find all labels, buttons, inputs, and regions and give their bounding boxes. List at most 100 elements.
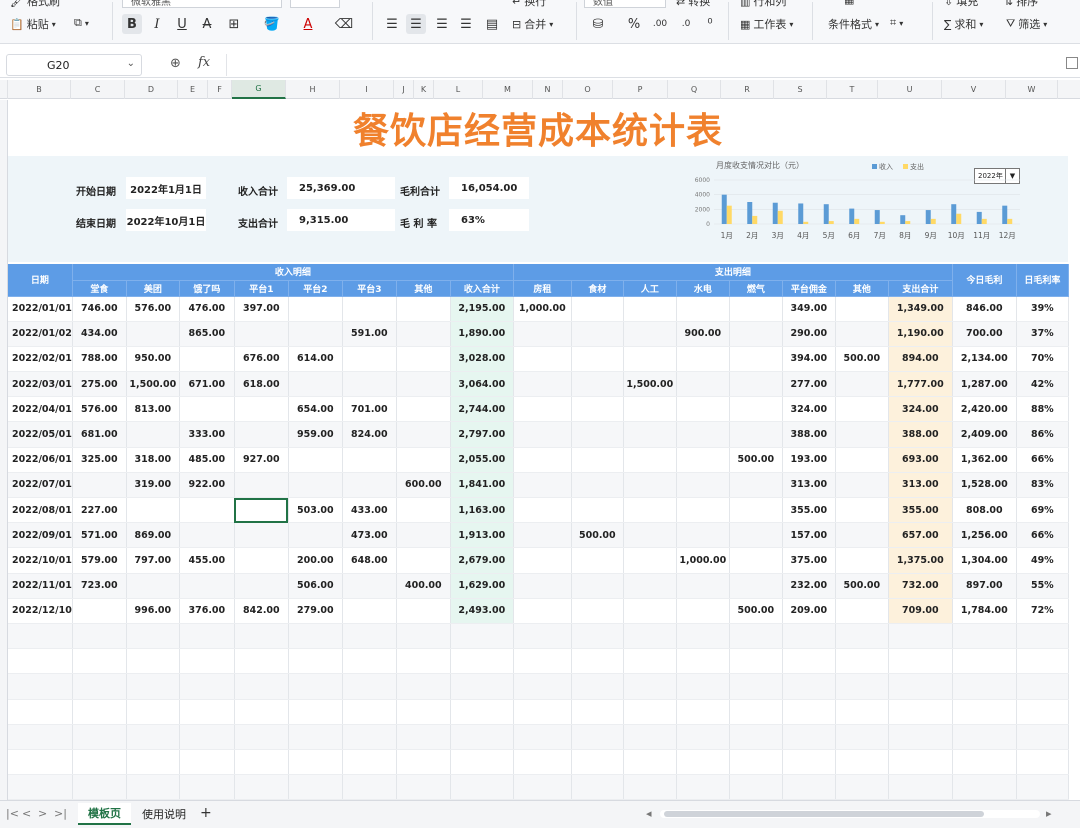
table-cell[interactable] xyxy=(126,421,180,448)
sort-button[interactable]: ⇅ 排序 xyxy=(1004,0,1038,9)
empty-cell[interactable] xyxy=(952,623,1017,650)
table-cell[interactable]: 86% xyxy=(1016,421,1069,448)
table-cell[interactable]: 500.00 xyxy=(835,346,889,373)
empty-cell[interactable] xyxy=(623,699,677,725)
table-cell[interactable] xyxy=(729,421,783,448)
table-cell[interactable] xyxy=(729,296,783,322)
table-cell[interactable]: 1,841.00 xyxy=(450,472,514,499)
empty-cell[interactable] xyxy=(234,699,289,725)
fx-icon[interactable]: fx xyxy=(198,55,210,70)
table-cell[interactable]: 1,890.00 xyxy=(450,321,514,347)
empty-cell[interactable] xyxy=(1016,699,1069,725)
font-size-select[interactable] xyxy=(290,0,340,8)
empty-cell[interactable] xyxy=(782,724,836,750)
table-cell[interactable] xyxy=(623,296,677,322)
name-box[interactable]: G20 ⌄ xyxy=(6,54,142,76)
table-cell[interactable]: 500.00 xyxy=(729,447,783,473)
table-cell[interactable] xyxy=(513,396,572,423)
empty-cell[interactable] xyxy=(288,774,343,800)
first-sheet-icon[interactable]: |< xyxy=(6,807,19,820)
table-cell[interactable] xyxy=(571,598,624,624)
column-header-h[interactable]: H xyxy=(286,80,340,99)
table-cell[interactable] xyxy=(234,472,289,499)
table-cell[interactable]: 37% xyxy=(1016,321,1069,347)
column-header-g[interactable]: G xyxy=(232,80,286,99)
increase-decimal-icon[interactable]: .00 xyxy=(650,14,670,34)
empty-cell[interactable] xyxy=(676,724,730,750)
empty-cell[interactable] xyxy=(782,774,836,800)
table-cell[interactable]: 500.00 xyxy=(571,522,624,549)
table-cell[interactable]: 1,349.00 xyxy=(888,296,953,322)
table-cell[interactable]: 648.00 xyxy=(342,547,397,574)
expand-icon[interactable] xyxy=(1066,57,1078,69)
table-cell[interactable]: 1,500.00 xyxy=(623,371,677,398)
table-cell[interactable]: 1,784.00 xyxy=(952,598,1017,624)
table-cell[interactable]: 959.00 xyxy=(288,421,343,448)
table-cell[interactable]: 2022/01/01 xyxy=(8,296,73,322)
table-cell[interactable]: 1,256.00 xyxy=(952,522,1017,549)
table-cell[interactable]: 503.00 xyxy=(288,497,343,524)
empty-cell[interactable] xyxy=(8,724,73,750)
table-cell[interactable]: 42% xyxy=(1016,371,1069,398)
empty-cell[interactable] xyxy=(72,724,127,750)
table-cell[interactable] xyxy=(571,396,624,423)
table-style-button[interactable]: ▦ xyxy=(844,0,854,6)
empty-cell[interactable] xyxy=(729,673,783,700)
empty-cell[interactable] xyxy=(342,774,397,800)
table-cell[interactable]: 319.00 xyxy=(126,472,180,499)
table-cell[interactable]: 900.00 xyxy=(676,321,730,347)
table-cell[interactable]: 922.00 xyxy=(179,472,235,499)
table-cell[interactable]: 355.00 xyxy=(888,497,953,524)
paste-button[interactable]: 📋 粘贴 ▾ xyxy=(10,16,56,32)
table-cell[interactable]: 2,409.00 xyxy=(952,421,1017,448)
table-cell[interactable]: 614.00 xyxy=(288,346,343,373)
table-cell[interactable] xyxy=(729,396,783,423)
empty-cell[interactable] xyxy=(676,673,730,700)
empty-cell[interactable] xyxy=(571,673,624,700)
empty-cell[interactable] xyxy=(179,749,235,776)
table-cell[interactable] xyxy=(571,421,624,448)
table-cell[interactable]: 2,797.00 xyxy=(450,421,514,448)
table-cell[interactable]: 2022/01/02 xyxy=(8,321,73,347)
table-cell[interactable]: 3,064.00 xyxy=(450,371,514,398)
table-cell[interactable]: 996.00 xyxy=(126,598,180,624)
table-cell[interactable]: 70% xyxy=(1016,346,1069,373)
tab-instructions[interactable]: 使用说明 xyxy=(132,803,196,825)
empty-cell[interactable] xyxy=(396,648,451,675)
table-cell[interactable]: 2022/12/10 xyxy=(8,598,73,624)
table-cell[interactable]: 591.00 xyxy=(342,321,397,347)
empty-cell[interactable] xyxy=(234,749,289,776)
table-cell[interactable] xyxy=(342,296,397,322)
empty-cell[interactable] xyxy=(1016,774,1069,800)
table-cell[interactable]: 83% xyxy=(1016,472,1069,499)
table-cell[interactable] xyxy=(571,321,624,347)
expense-total-value[interactable]: 9,315.00 xyxy=(287,209,395,231)
empty-cell[interactable] xyxy=(126,699,180,725)
column-header-f[interactable]: F xyxy=(208,80,232,99)
table-cell[interactable]: 434.00 xyxy=(72,321,127,347)
table-cell[interactable] xyxy=(729,497,783,524)
table-cell[interactable]: 476.00 xyxy=(179,296,235,322)
empty-cell[interactable] xyxy=(8,699,73,725)
empty-cell[interactable] xyxy=(1016,648,1069,675)
table-cell[interactable]: 279.00 xyxy=(288,598,343,624)
table-cell[interactable]: 676.00 xyxy=(234,346,289,373)
table-cell[interactable] xyxy=(234,421,289,448)
column-header-d[interactable]: D xyxy=(125,80,178,99)
table-cell[interactable]: 325.00 xyxy=(72,447,127,473)
table-cell[interactable]: 394.00 xyxy=(782,346,836,373)
table-cell[interactable]: 376.00 xyxy=(179,598,235,624)
distribute-icon[interactable]: ▤ xyxy=(482,14,502,34)
empty-cell[interactable] xyxy=(729,724,783,750)
table-cell[interactable] xyxy=(676,472,730,499)
empty-cell[interactable] xyxy=(179,648,235,675)
italic-button[interactable]: I xyxy=(147,14,167,34)
table-cell[interactable]: 1,163.00 xyxy=(450,497,514,524)
sheet-title[interactable]: 餐饮店经营成本统计表 xyxy=(8,100,1068,156)
table-cell[interactable] xyxy=(179,522,235,549)
empty-cell[interactable] xyxy=(126,774,180,800)
empty-cell[interactable] xyxy=(952,749,1017,776)
table-cell[interactable] xyxy=(513,321,572,347)
table-cell[interactable] xyxy=(623,346,677,373)
table-cell[interactable]: 3,028.00 xyxy=(450,346,514,373)
